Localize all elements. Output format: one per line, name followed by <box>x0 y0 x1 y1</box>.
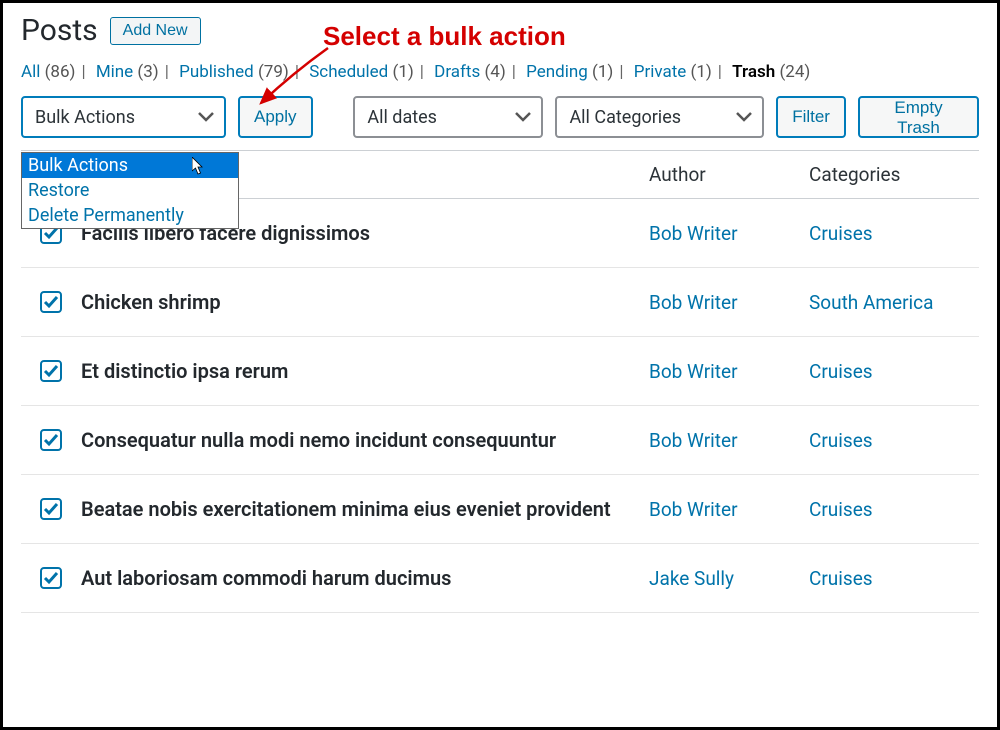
post-author-link[interactable]: Jake Sully <box>649 567 734 590</box>
post-category-link[interactable]: Cruises <box>809 567 873 590</box>
dropdown-option-bulk-actions[interactable]: Bulk Actions <box>22 153 238 178</box>
bulk-actions-value: Bulk Actions <box>35 107 135 128</box>
post-title[interactable]: Consequatur nulla modi nemo incidunt con… <box>81 428 556 452</box>
table-row: Beatae nobis exercitationem minima eius … <box>21 475 979 544</box>
row-checkbox[interactable] <box>40 360 62 382</box>
post-author-link[interactable]: Bob Writer <box>649 291 738 314</box>
post-title[interactable]: Beatae nobis exercitationem minima eius … <box>81 497 611 521</box>
chevron-down-icon <box>198 112 214 122</box>
filter-button[interactable]: Filter <box>776 96 846 138</box>
post-author-link[interactable]: Bob Writer <box>649 498 738 521</box>
add-new-button[interactable]: Add New <box>110 17 201 45</box>
bulk-actions-select[interactable]: Bulk Actions <box>21 96 226 138</box>
column-author[interactable]: Author <box>649 163 809 186</box>
table-row: Aut laboriosam commodi harum ducimus Jake… <box>21 544 979 613</box>
filter-published[interactable]: Published (79) <box>179 62 289 82</box>
date-filter-value: All dates <box>367 107 437 128</box>
post-author-link[interactable]: Bob Writer <box>649 222 738 245</box>
post-title[interactable]: Chicken shrimp <box>81 290 221 314</box>
table-row: Chicken shrimp Bob Writer South America <box>21 268 979 337</box>
filter-mine[interactable]: Mine (3) <box>96 62 159 82</box>
filter-scheduled[interactable]: Scheduled (1) <box>309 62 414 82</box>
post-category-link[interactable]: South America <box>809 291 933 314</box>
post-category-link[interactable]: Cruises <box>809 498 873 521</box>
row-checkbox[interactable] <box>40 429 62 451</box>
table-row: Et distinctio ipsa rerum Bob Writer Cruise… <box>21 337 979 406</box>
post-category-link[interactable]: Cruises <box>809 429 873 452</box>
chevron-down-icon <box>736 112 752 122</box>
post-author-link[interactable]: Bob Writer <box>649 360 738 383</box>
post-author-link[interactable]: Bob Writer <box>649 429 738 452</box>
post-category-link[interactable]: Cruises <box>809 222 873 245</box>
dropdown-option-delete-permanently[interactable]: Delete Permanently <box>22 203 238 228</box>
filter-trash[interactable]: Trash (24) <box>732 62 810 82</box>
category-filter-value: All Categories <box>569 107 681 128</box>
page-title: Posts <box>21 13 98 48</box>
dropdown-option-restore[interactable]: Restore <box>22 178 238 203</box>
row-checkbox[interactable] <box>40 498 62 520</box>
filter-drafts[interactable]: Drafts (4) <box>434 62 506 82</box>
apply-button[interactable]: Apply <box>238 96 313 138</box>
row-checkbox[interactable] <box>40 567 62 589</box>
cursor-icon <box>192 157 206 180</box>
bulk-actions-dropdown[interactable]: Bulk Actions Restore Delete Permanently <box>21 152 239 229</box>
column-categories[interactable]: Categories <box>809 163 979 186</box>
row-checkbox[interactable] <box>40 291 62 313</box>
filter-pending[interactable]: Pending (1) <box>526 62 613 82</box>
table-row: Consequatur nulla modi nemo incidunt con… <box>21 406 979 475</box>
category-filter-select[interactable]: All Categories <box>555 96 764 138</box>
filter-private[interactable]: Private (1) <box>634 62 712 82</box>
posts-list: Facilis libero facere dignissimosBob Wri… <box>21 199 979 613</box>
empty-trash-button[interactable]: Empty Trash <box>858 96 979 138</box>
status-filter-links: All (86)| Mine (3)| Published (79)| Sche… <box>21 62 979 82</box>
filter-all[interactable]: All (86) <box>21 62 75 82</box>
date-filter-select[interactable]: All dates <box>353 96 543 138</box>
post-title[interactable]: Et distinctio ipsa rerum <box>81 359 288 383</box>
post-title[interactable]: Aut laboriosam commodi harum ducimus <box>81 566 451 590</box>
post-category-link[interactable]: Cruises <box>809 360 873 383</box>
chevron-down-icon <box>515 112 531 122</box>
annotation-label: Select a bulk action <box>323 21 566 52</box>
